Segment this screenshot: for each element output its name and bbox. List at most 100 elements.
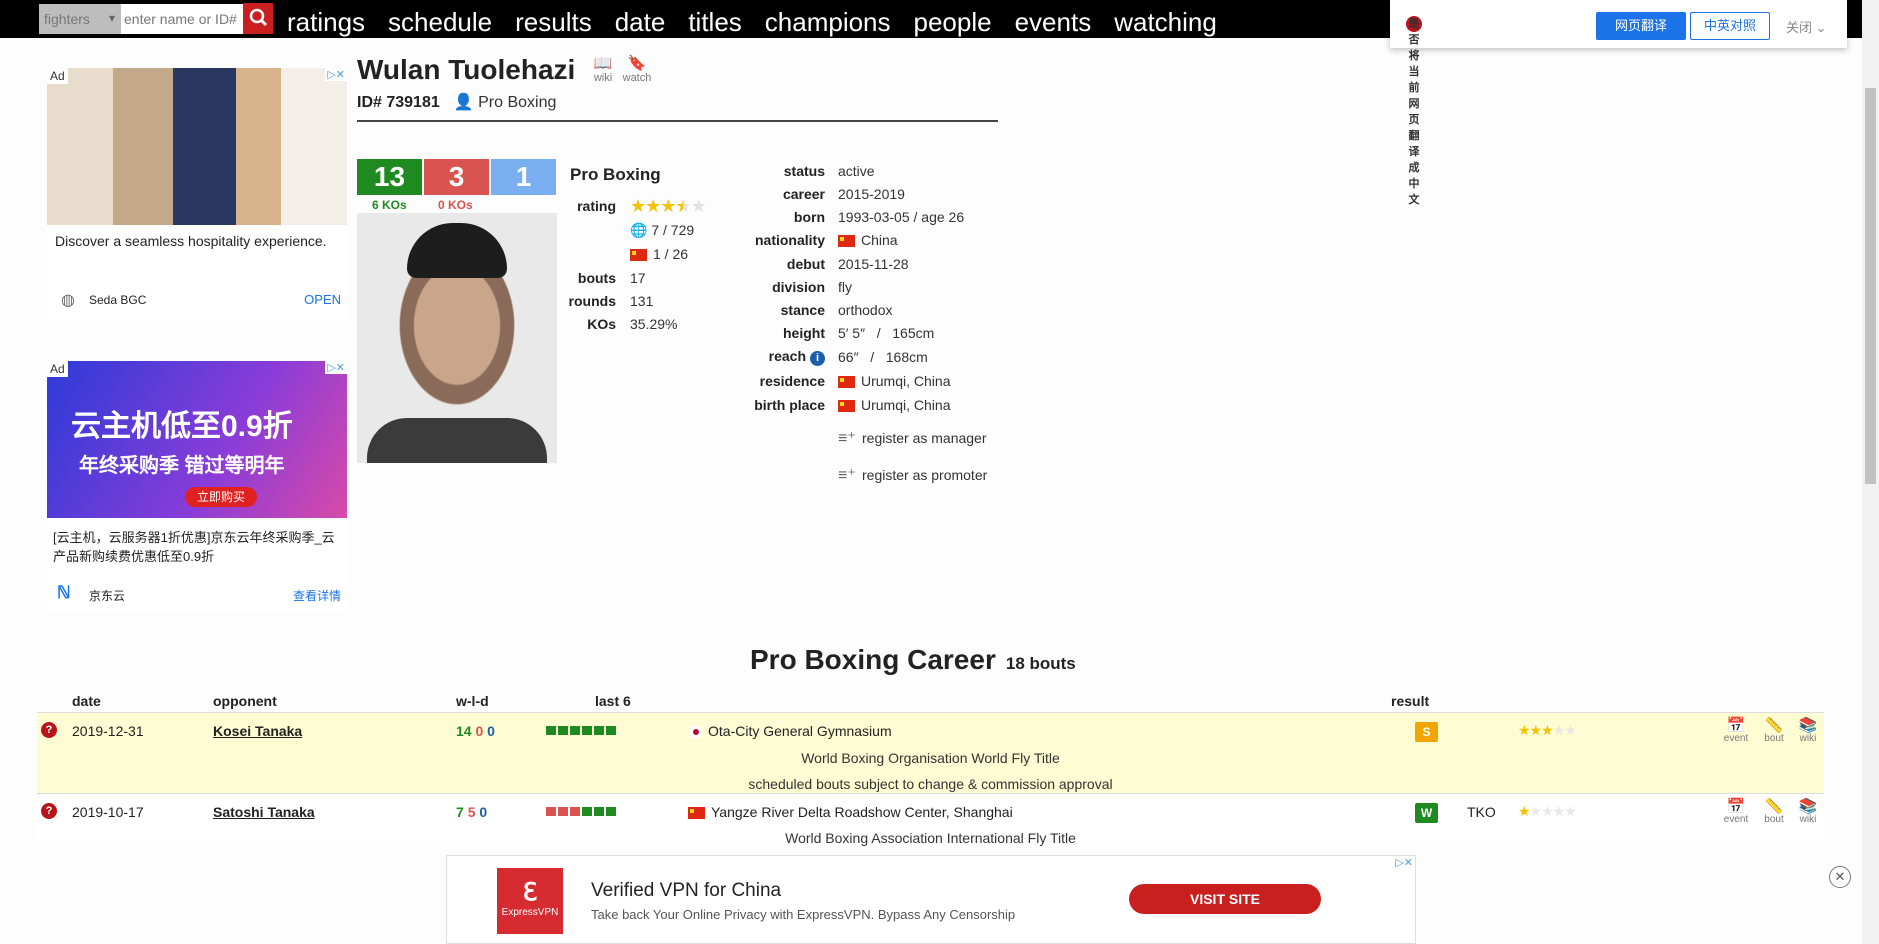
visit-site-button[interactable]: VISIT SITE [1129,884,1321,914]
last6-cell [546,807,556,816]
china-flag-icon [838,400,855,413]
table-row[interactable]: ? 2019-12-31 Kosei Tanaka 14 0 0 Ota-Cit… [37,712,1824,793]
draws-box: 1 [491,159,556,195]
translate-bar: 是否将当前网页翻译成中文 网页翻译 中英对照 关闭 ⌄ [1390,0,1847,206]
bout-label: bout [1764,814,1784,825]
result-method: TKO [1467,804,1496,820]
col-date: date [72,693,101,709]
event-label: event [1723,814,1749,825]
ad-close-icon[interactable]: ▷✕ [1393,856,1415,869]
wins-box: 13 [357,159,422,195]
loss-kos: 0 KOs [438,198,473,212]
vpn-ad[interactable]: ▷✕ ℇ ExpressVPN Verified VPN for China Ta… [446,855,1416,944]
height-label: height [783,325,825,341]
wiki-row-label: wiki [1799,814,1817,825]
expressvpn-logo: ℇ ExpressVPN [497,868,563,934]
fighters-select[interactable]: fighters ▾ [39,4,121,34]
bout-count: 18 bouts [1005,654,1076,673]
nav-schedule[interactable]: schedule [388,7,492,39]
wiki-button[interactable]: 📖 wiki [586,54,620,84]
last6-cell [570,807,580,816]
question-icon[interactable]: ? [41,722,57,738]
opponent-wins: 7 [456,804,464,820]
reach-label-row: reach i [730,348,825,366]
event-label: event [1723,733,1749,744]
bouts-label: bouts [577,270,616,286]
nav-date[interactable]: date [615,7,666,39]
debut-value: 2015-11-28 [838,256,909,272]
ad-subline: 年终采购季 错过等明年 [79,455,285,477]
wiki-row-button[interactable]: 📚 wiki [1791,799,1825,825]
ad-close-icon[interactable]: ▷✕ [325,68,347,81]
country-rank: 1 / 26 [630,246,688,262]
bout-button[interactable]: 📏 bout [1757,799,1791,825]
residence-label: residence [759,373,825,389]
ad-subtitle: Take back Your Online Privacy with Expre… [591,907,1016,922]
col-result: result [1391,693,1430,709]
bout-date: 2019-12-31 [72,723,144,739]
register-promoter-link[interactable]: ≡⁺ register as promoter [838,465,987,485]
opponent-link[interactable]: Satoshi Tanaka [213,804,315,820]
question-icon[interactable]: ? [41,803,57,819]
boxer-photo [357,213,557,463]
ad-headline: 云主机低至0.9折 [71,410,293,443]
last6-cell [558,807,568,816]
born-label: born [793,209,825,225]
wiki-row-button[interactable]: 📚 wiki [1791,718,1825,744]
nav-events[interactable]: events [1015,7,1092,39]
id-line: ID# 739181 👤 Pro Boxing [357,92,556,112]
ad-image-button: 立即购买 [185,487,257,507]
opponent-record: 14 0 0 [456,723,495,739]
last6-cell [606,807,616,816]
watch-label: watch [622,72,652,84]
search-button[interactable] [243,3,273,34]
ad-text: Discover a seamless hospitality experien… [55,233,327,249]
nav-people[interactable]: people [914,7,992,39]
watch-button[interactable]: 🔖 watch [620,54,654,84]
birth-place-label: birth place [754,397,825,413]
register-manager-link[interactable]: ≡⁺ register as manager [838,428,987,448]
bilingual-button[interactable]: 中英对照 [1690,12,1770,40]
country-rank-value: 1 / 26 [653,246,689,262]
cloud-ad[interactable]: 云主机低至0.9折 年终采购季 错过等明年 立即购买 Ad ▷✕ [云主机，云服… [47,361,347,611]
career-value: 2015-2019 [838,186,905,202]
col-opponent: opponent [213,693,277,709]
event-button[interactable]: 📅 event [1719,717,1753,744]
nav-watching[interactable]: watching [1114,7,1217,39]
china-flag-icon [688,807,705,820]
born-value: 1993-03-05 / age 26 [838,209,965,225]
globe-icon: ◍ [61,292,75,309]
event-button[interactable]: 📅 event [1719,799,1753,825]
nav-ratings[interactable]: ratings [287,7,365,39]
info-icon[interactable]: i [810,351,825,366]
calendar-icon: 📅 [1726,717,1746,734]
table-row[interactable]: ? 2019-10-17 Satoshi Tanaka 7 5 0 Yangze… [37,793,1824,847]
ad-title: Verified VPN for China [591,880,782,901]
bout-rating-stars: ★★★★★ [1518,803,1577,819]
residence-text: Urumqi, China [861,373,951,389]
translate-close-button[interactable]: 关闭 ⌄ [1786,17,1827,36]
translate-page-button[interactable]: 网页翻译 [1596,12,1686,40]
scrollbar-thumb[interactable] [1865,88,1876,484]
col-last6: last 6 [595,693,631,709]
venue: Ota-City General Gymnasium [690,723,892,739]
register-promoter-label: register as promoter [862,467,988,483]
nav-results[interactable]: results [515,7,592,39]
nav-titles[interactable]: titles [688,7,741,39]
ad-open-button[interactable]: OPEN [304,292,341,307]
bout-title: World Boxing Organisation World Fly Titl… [801,750,1060,766]
ad-details-link[interactable]: 查看详情 [293,587,341,604]
opponent-draws: 0 [479,804,488,820]
opponent-losses: 5 [467,804,476,820]
last6-cell [594,807,604,816]
sport-label: 👤 Pro Boxing [454,94,557,111]
ad-close-icon[interactable]: ▷✕ [325,361,347,374]
bouts-value: 17 [630,270,646,286]
search-input[interactable]: enter name or ID# [121,4,243,34]
ad-brand: 京东云 [89,589,126,603]
opponent-link[interactable]: Kosei Tanaka [213,723,302,739]
hotel-ad[interactable]: Ad ▷✕ Discover a seamless hospitality ex… [47,68,347,322]
close-icon[interactable]: ✕ [1829,866,1851,888]
nav-champions[interactable]: champions [765,7,891,39]
bout-button[interactable]: 📏 bout [1757,718,1791,744]
